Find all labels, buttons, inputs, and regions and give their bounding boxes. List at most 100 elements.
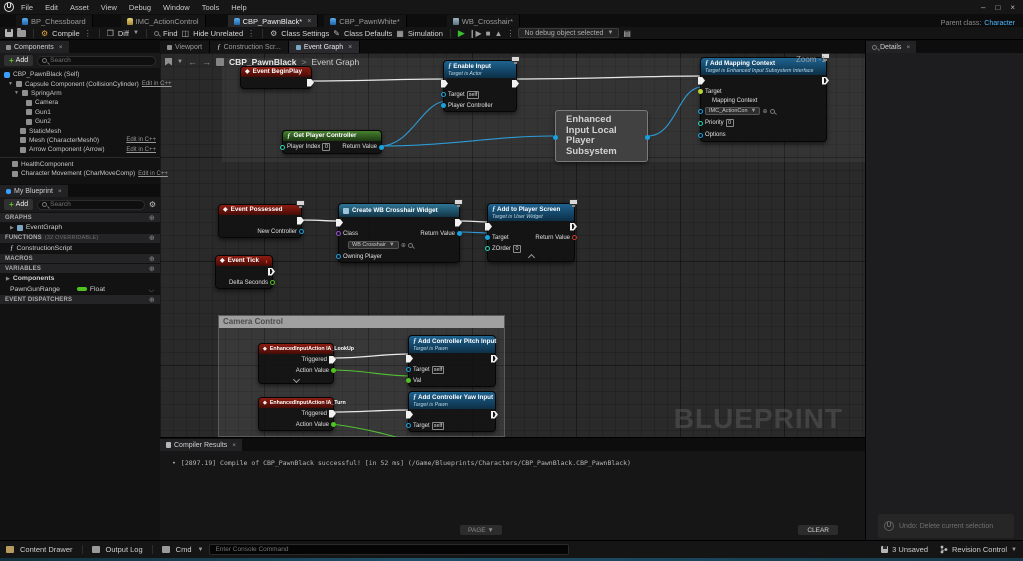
tab-imc-actioncontrol[interactable]: IMC_ActionControl bbox=[121, 15, 206, 27]
player-index-value[interactable]: 0 bbox=[322, 143, 330, 151]
node-ia-lookup[interactable]: ◆ EnhancedInputAction IA_LookUp Triggere… bbox=[258, 343, 334, 384]
compile-icon[interactable]: ⚙ bbox=[41, 29, 48, 38]
return-value-pin[interactable] bbox=[572, 235, 577, 240]
zorder-value[interactable]: 0 bbox=[513, 245, 521, 253]
clear-button[interactable]: CLEAR bbox=[798, 525, 838, 535]
exec-in-pin[interactable] bbox=[441, 80, 448, 88]
return-value-pin[interactable] bbox=[379, 145, 384, 150]
window-close-button[interactable]: × bbox=[1010, 3, 1015, 12]
tab-details[interactable]: Details × bbox=[866, 41, 916, 53]
tab-construction-script[interactable]: ƒ Construction Scr... bbox=[210, 41, 289, 53]
page-dropdown[interactable]: PAGE ▼ bbox=[460, 525, 502, 535]
zorder-pin[interactable] bbox=[485, 246, 490, 251]
section-functions[interactable]: FUNCTIONS (32 OVERRIDABLE) ⊕ bbox=[0, 233, 160, 243]
visibility-eye-icon[interactable]: ◡ bbox=[149, 286, 154, 293]
mapping-context-dropdown[interactable]: IMC_ActionCon ▼ bbox=[705, 107, 760, 115]
class-settings-button[interactable]: Class Settings bbox=[281, 29, 329, 38]
class-defaults-button[interactable]: Class Defaults bbox=[344, 29, 392, 38]
chevron-down-icon[interactable]: ▼ bbox=[177, 59, 183, 65]
target-pin[interactable] bbox=[406, 423, 411, 428]
tree-row-arrow[interactable]: Arrow Component (Arrow) Edit in C++ bbox=[0, 145, 160, 154]
expand-arrow-icon[interactable]: ▶ bbox=[10, 225, 14, 231]
tree-row-self[interactable]: CBP_PawnBlack (Self) bbox=[0, 70, 160, 79]
unsaved-button[interactable]: 3 Unsaved bbox=[881, 545, 928, 554]
menu-tools[interactable]: Tools bbox=[197, 3, 225, 12]
tab-wb-crosshair[interactable]: WB_Crosshair* bbox=[447, 15, 520, 27]
target-pin[interactable] bbox=[485, 235, 490, 240]
exec-in-pin[interactable] bbox=[698, 77, 705, 85]
tree-row-capsule[interactable]: ▼ Capsule Component (CollisionCylinder) … bbox=[0, 79, 160, 88]
hide-unrelated-options-icon[interactable]: ⋮ bbox=[247, 29, 255, 38]
edit-in-cpp-link[interactable]: Edit in C++ bbox=[138, 171, 168, 177]
diff-button[interactable]: Diff bbox=[118, 29, 129, 38]
tree-row-gun1[interactable]: Gun1 bbox=[0, 108, 160, 117]
new-controller-pin[interactable] bbox=[299, 229, 304, 234]
forward-arrow-icon[interactable]: → bbox=[202, 57, 211, 67]
my-blueprint-search[interactable] bbox=[37, 200, 145, 210]
add-function-icon[interactable]: ⊕ bbox=[149, 234, 155, 242]
section-graphs[interactable]: GRAPHS ⊕ bbox=[0, 212, 160, 222]
bookmark-icon[interactable] bbox=[165, 58, 172, 66]
tree-row-mesh[interactable]: Mesh (CharacterMesh0) Edit in C++ bbox=[0, 136, 160, 145]
edit-in-cpp-link[interactable]: Edit in C++ bbox=[126, 137, 156, 143]
mapping-context-pin[interactable] bbox=[698, 109, 703, 114]
exec-in-pin[interactable] bbox=[485, 223, 492, 231]
variable-pawngunrange[interactable]: PawnGunRange Float ◡ bbox=[0, 284, 160, 295]
menu-window[interactable]: Window bbox=[158, 3, 195, 12]
target-self-box[interactable]: self bbox=[467, 91, 480, 99]
node-add-controller-pitch[interactable]: ƒ Add Controller Pitch Input Target is P… bbox=[408, 335, 496, 387]
edit-in-cpp-link[interactable]: Edit in C++ bbox=[126, 147, 156, 153]
tab-cbp-pawnwhite[interactable]: CBP_PawnWhite* bbox=[324, 15, 406, 27]
item-constructionscript[interactable]: ƒ ConstructionScript bbox=[0, 243, 160, 254]
player-index-pin[interactable] bbox=[280, 145, 285, 150]
target-self-box[interactable]: self bbox=[432, 366, 445, 374]
node-get-player-controller[interactable]: ƒ Get Player Controller Player Index 0 R… bbox=[282, 130, 382, 154]
target-pin[interactable] bbox=[406, 367, 411, 372]
add-variable-icon[interactable]: ⊕ bbox=[149, 265, 155, 273]
use-selected-icon[interactable]: ⊕ bbox=[401, 242, 406, 249]
priority-value[interactable]: 0 bbox=[726, 119, 734, 127]
node-add-controller-yaw[interactable]: ƒ Add Controller Yaw Input Target is Paw… bbox=[408, 391, 496, 432]
tree-row-camera[interactable]: Camera bbox=[0, 98, 160, 107]
expand-arrow-icon[interactable]: ▼ bbox=[8, 81, 13, 87]
tree-row-charactermovement[interactable]: Character Movement (CharMoveComp) Edit i… bbox=[0, 169, 160, 178]
browse-asset-icon[interactable] bbox=[770, 109, 775, 114]
node-ia-turn[interactable]: ◆ EnhancedInputAction IA_Turn Triggered … bbox=[258, 397, 334, 431]
section-event-dispatchers[interactable]: EVENT DISPATCHERS ⊕ bbox=[0, 294, 160, 304]
tab-compiler-results[interactable]: Compiler Results × bbox=[160, 439, 242, 451]
expand-arrow-icon[interactable]: ▶ bbox=[6, 276, 10, 282]
owning-player-pin[interactable] bbox=[336, 254, 341, 259]
tab-event-graph[interactable]: Event Graph × bbox=[289, 41, 360, 53]
compile-success-message[interactable]: [2897.19] Compile of CBP_PawnBlack succe… bbox=[181, 459, 631, 467]
play-button[interactable]: ▶ bbox=[458, 28, 465, 39]
menu-view[interactable]: View bbox=[96, 3, 122, 12]
menu-asset[interactable]: Asset bbox=[65, 3, 94, 12]
tab-cbp-pawnblack[interactable]: CBP_PawnBlack* × bbox=[228, 15, 319, 27]
find-button[interactable]: Find bbox=[163, 29, 178, 38]
collapse-chevron-icon[interactable] bbox=[527, 254, 534, 261]
add-blueprint-item-button[interactable]: + Add bbox=[4, 199, 33, 210]
edit-in-cpp-link[interactable]: Edit in C++ bbox=[142, 81, 172, 87]
priority-pin[interactable] bbox=[698, 121, 703, 126]
play-options-icon[interactable]: ⋮ bbox=[506, 29, 514, 38]
stop-button[interactable]: ■ bbox=[486, 29, 491, 38]
parent-class-link[interactable]: Character bbox=[984, 20, 1015, 27]
target-pin[interactable] bbox=[441, 92, 446, 97]
tree-row-healthcomponent[interactable]: HealthComponent bbox=[0, 160, 160, 169]
node-event-beginplay[interactable]: ◆ Event BeginPlay bbox=[240, 66, 312, 89]
tab-viewport[interactable]: Viewport bbox=[160, 41, 210, 53]
output-log-button[interactable]: Output Log bbox=[106, 545, 143, 554]
browse-asset-icon[interactable] bbox=[408, 243, 413, 248]
tab-close-icon[interactable]: × bbox=[307, 18, 311, 25]
exec-in-pin[interactable] bbox=[336, 219, 343, 227]
browse-icon[interactable] bbox=[17, 30, 26, 37]
simulation-button[interactable]: Simulation bbox=[408, 29, 443, 38]
exec-in-pin[interactable] bbox=[406, 411, 413, 419]
menu-debug[interactable]: Debug bbox=[124, 3, 156, 12]
eject-button[interactable]: ▲ bbox=[495, 29, 503, 38]
content-drawer-button[interactable]: Content Drawer bbox=[20, 545, 73, 554]
save-icon[interactable] bbox=[5, 29, 13, 37]
hide-unrelated-button[interactable]: Hide Unrelated bbox=[193, 29, 243, 38]
console-command-bar[interactable] bbox=[209, 544, 569, 555]
node-create-widget[interactable]: Create WB Crosshair Widget Class Return … bbox=[338, 203, 460, 263]
